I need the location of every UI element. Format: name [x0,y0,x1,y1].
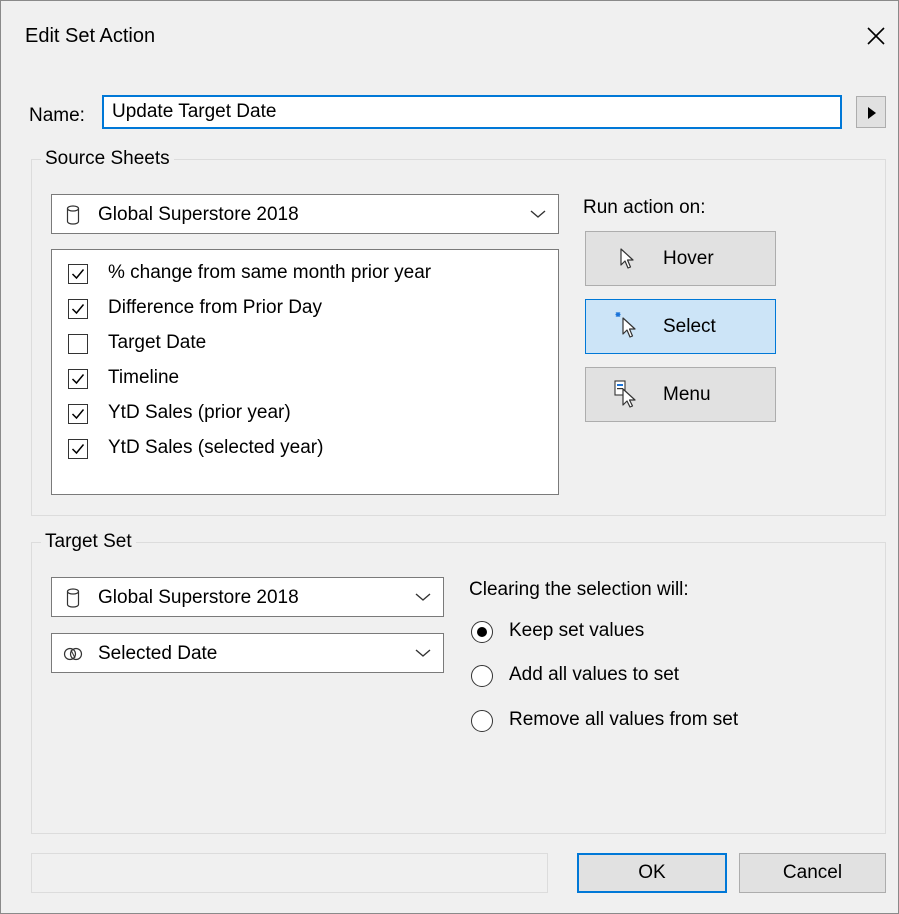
radio-label: Add all values to set [509,664,680,685]
dialog-title: Edit Set Action [25,25,156,47]
run-on-select-button[interactable]: Select [585,299,776,354]
name-menu-button[interactable] [856,96,886,128]
chevron-down-icon [415,593,431,601]
cancel-button[interactable]: Cancel [739,853,886,893]
database-icon [66,205,80,225]
hover-label: Hover [663,248,714,269]
sheet-label: YtD Sales (selected year) [108,437,324,458]
name-input[interactable] [102,95,842,129]
menu-label: Menu [663,384,711,405]
ok-button[interactable]: OK [577,853,727,893]
close-button[interactable] [861,21,891,51]
status-area [31,853,548,893]
close-icon [867,27,885,45]
checkmark-icon [71,444,85,455]
checkmark-icon [71,269,85,280]
sheet-label: % change from same month prior year [108,262,432,283]
checkmark-icon [71,374,85,385]
target-set-value: Selected Date [98,643,218,664]
run-on-menu-button[interactable]: Menu [585,367,776,422]
target-datasource-value: Global Superstore 2018 [98,587,299,608]
checkmark-icon [71,409,85,420]
source-datasource-value: Global Superstore 2018 [98,204,299,225]
sheet-label: YtD Sales (prior year) [108,402,291,423]
edit-set-action-dialog: Edit Set Action Name: Source Sheets Glob… [0,0,899,914]
chevron-down-icon [530,210,546,218]
sheet-checkbox[interactable] [68,369,88,389]
sheet-checkbox[interactable] [68,439,88,459]
sheet-label: Timeline [108,367,180,388]
menu-pointer-icon [614,380,636,408]
radio-dot [477,627,487,637]
target-set-dropdown[interactable]: Selected Date [51,633,444,673]
name-label: Name: [29,105,85,126]
title-bar: Edit Set Action [1,1,898,71]
database-icon [66,588,80,608]
source-datasource-dropdown[interactable]: Global Superstore 2018 [51,194,559,234]
sheet-label: Difference from Prior Day [108,297,322,318]
radio-label: Remove all values from set [509,709,739,730]
source-sheets-list[interactable]: % change from same month prior year Diff… [51,249,559,495]
checkmark-icon [71,304,85,315]
sheet-checkbox[interactable] [68,299,88,319]
source-sheets-legend: Source Sheets [41,148,174,170]
run-action-label: Run action on: [583,197,706,218]
set-icon [63,647,83,661]
sheet-checkbox[interactable] [68,334,88,354]
radio-label: Keep set values [509,620,645,641]
select-pointer-icon [615,312,636,338]
sheet-label: Target Date [108,332,207,353]
chevron-down-icon [415,649,431,657]
target-datasource-dropdown[interactable]: Global Superstore 2018 [51,577,444,617]
hover-pointer-icon [620,248,634,269]
target-set-legend: Target Set [41,531,136,553]
clearing-label: Clearing the selection will: [469,579,689,600]
sheet-checkbox[interactable] [68,404,88,424]
radio-button[interactable] [471,621,493,643]
radio-button[interactable] [471,665,493,687]
triangle-right-icon [868,107,876,119]
radio-button[interactable] [471,710,493,732]
select-label: Select [663,316,716,337]
sheet-checkbox[interactable] [68,264,88,284]
run-on-hover-button[interactable]: Hover [585,231,776,286]
